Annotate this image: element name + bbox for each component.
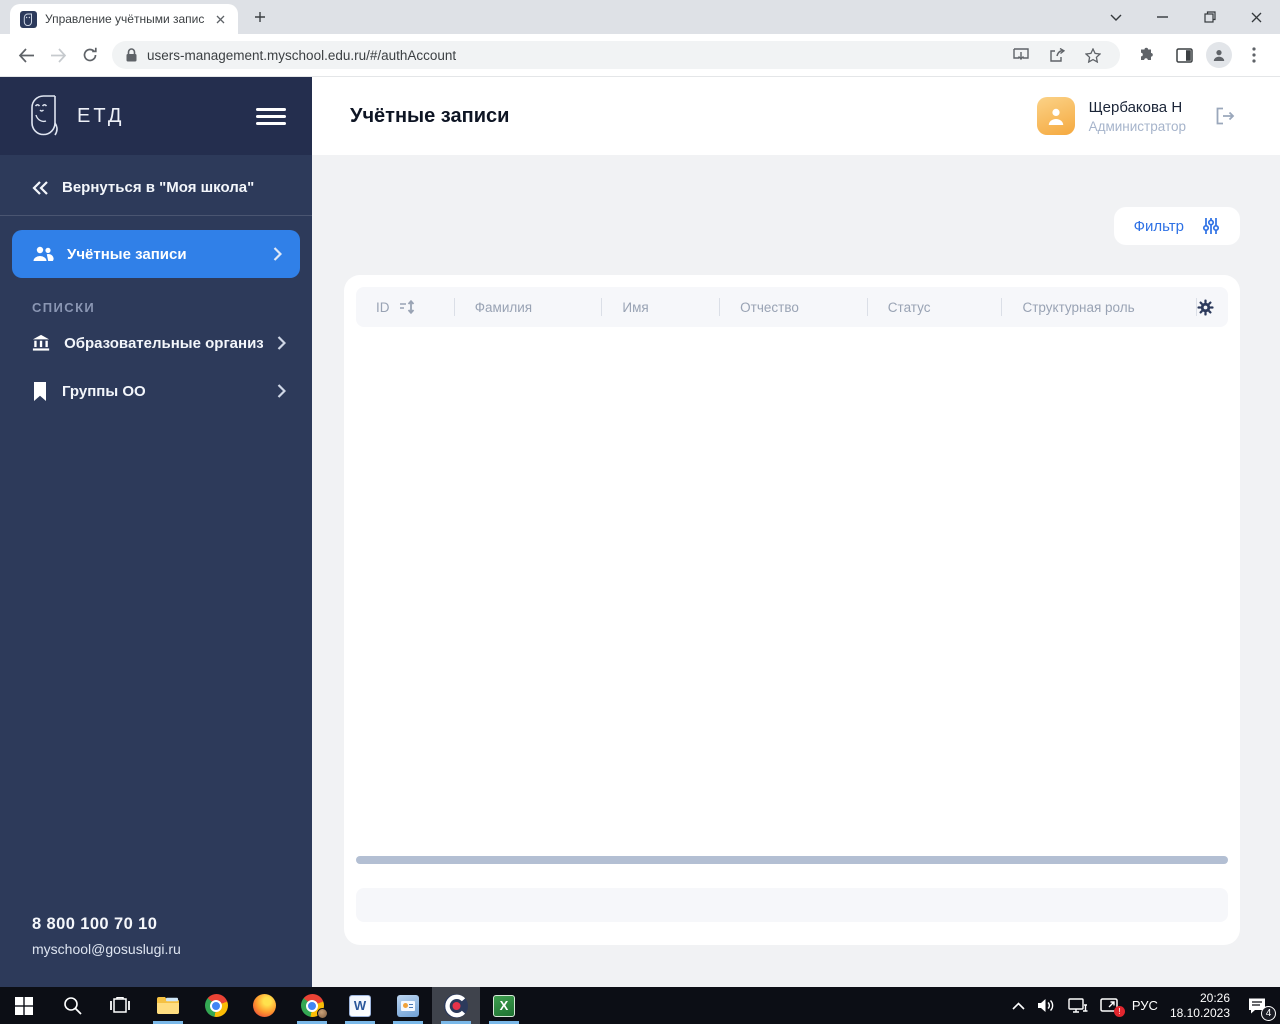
users-icon (33, 246, 54, 261)
url-bar[interactable]: users-management.myschool.edu.ru/#/authA… (112, 41, 1120, 69)
system-tray: ! РУС 20:26 18.10.2023 4 (1012, 987, 1280, 1024)
extensions-puzzle-icon[interactable] (1130, 39, 1162, 71)
support-phone: 8 800 100 70 10 (32, 915, 158, 933)
user-profile[interactable]: Щербакова Н Администратор (1036, 97, 1186, 135)
presentation-app-icon[interactable] (384, 987, 432, 1024)
tab-search-icon[interactable] (1092, 0, 1139, 34)
column-header-lastname[interactable]: Фамилия (453, 298, 602, 316)
install-app-icon[interactable] (1008, 42, 1034, 68)
volume-icon[interactable] (1037, 998, 1056, 1013)
user-avatar (1036, 97, 1075, 135)
table-body-empty (356, 327, 1228, 856)
sidebar-item-oo-groups[interactable]: Группы ОО (0, 367, 312, 415)
forward-icon[interactable] (42, 39, 74, 71)
profile-photo-badge (317, 1008, 328, 1019)
excel-icon[interactable]: X (480, 987, 528, 1024)
browser-menu-kebab-icon[interactable] (1238, 39, 1270, 71)
notification-count-badge: 4 (1261, 1005, 1276, 1021)
side-panel-icon[interactable] (1168, 39, 1200, 71)
table-footer-bar (356, 888, 1228, 922)
chevron-right-icon (277, 384, 286, 398)
back-to-myschool-link[interactable]: Вернуться в "Моя школа" (0, 155, 312, 215)
window-close-button[interactable] (1233, 0, 1280, 34)
refresh-icon[interactable] (74, 39, 106, 71)
gear-icon[interactable] (1197, 298, 1214, 316)
logout-icon[interactable] (1210, 101, 1240, 131)
chevron-right-icon (277, 336, 286, 350)
site-favicon-icon (20, 10, 37, 28)
support-email: myschool@gosuslugi.ru (32, 941, 181, 957)
filter-sliders-icon (1202, 218, 1220, 234)
filter-label: Фильтр (1133, 217, 1184, 235)
filter-button[interactable]: Фильтр (1113, 207, 1240, 245)
bank-icon (32, 334, 50, 351)
chrome-profile-icon[interactable] (288, 987, 336, 1024)
browser-profile-avatar[interactable] (1206, 42, 1232, 68)
sort-icon[interactable] (399, 300, 416, 314)
language-indicator[interactable]: РУС (1132, 998, 1158, 1013)
task-view-icon[interactable] (96, 987, 144, 1024)
sidebar-item-label: Образовательные организа... (64, 334, 263, 352)
tray-date: 18.10.2023 (1169, 1005, 1230, 1020)
taskbar-search-icon[interactable] (48, 987, 96, 1024)
owl-logo-icon (31, 95, 58, 136)
table-settings-cell (1196, 298, 1228, 316)
tray-expand-chevron-icon[interactable] (1012, 1001, 1025, 1010)
chevron-right-icon (273, 247, 282, 261)
lock-icon (126, 48, 137, 62)
double-chevron-left-icon (32, 180, 48, 195)
clock[interactable]: 20:26 18.10.2023 (1170, 991, 1230, 1021)
word-icon[interactable]: W (336, 987, 384, 1024)
logo-block: ЕТД (0, 77, 312, 155)
page-title: Учётные записи (350, 104, 510, 127)
notification-center-icon[interactable]: 4 (1242, 993, 1276, 1021)
chrome-icon[interactable] (192, 987, 240, 1024)
alert-badge: ! (1113, 1005, 1125, 1017)
browser-toolbar: users-management.myschool.edu.ru/#/authA… (0, 34, 1280, 77)
page-header: Учётные записи Щербакова Н Администратор (312, 77, 1280, 155)
sidebar-divider (0, 215, 312, 216)
sidebar-item-accounts[interactable]: Учётные записи (12, 230, 300, 278)
column-header-middlename[interactable]: Отчество (719, 298, 867, 316)
hamburger-menu-icon[interactable] (256, 101, 286, 131)
network-icon[interactable] (1068, 998, 1088, 1013)
logo-text: ЕТД (77, 104, 125, 127)
column-header-structural-role[interactable]: Структурная роль (1001, 298, 1196, 316)
user-role: Администратор (1088, 118, 1186, 134)
accounts-table-card: ID Фамилия Имя Отчество Статус Структурн… (344, 275, 1240, 945)
back-label: Вернуться в "Моя школа" (62, 179, 255, 196)
browser-tab[interactable]: Управление учётными записям (10, 4, 238, 34)
new-tab-button[interactable] (246, 3, 274, 31)
sidebar-item-edu-organizations[interactable]: Образовательные организа... (0, 319, 312, 367)
sidebar: ЕТД Вернуться в "Моя школа" Учётные запи… (0, 77, 312, 987)
url-text[interactable]: users-management.myschool.edu.ru/#/authA… (147, 48, 998, 63)
column-header-id[interactable]: ID (356, 298, 454, 316)
column-header-firstname[interactable]: Имя (601, 298, 719, 316)
sidebar-item-label: Группы ОО (62, 382, 146, 400)
windows-taskbar: W X ! РУС 20:26 18.10.2023 4 (0, 987, 1280, 1024)
bookmark-icon (34, 381, 46, 401)
tab-title: Управление учётными записям (45, 12, 204, 26)
browser-tab-strip: Управление учётными записям (0, 0, 1280, 34)
window-restore-button[interactable] (1186, 0, 1233, 34)
sidebar-item-label: Учётные записи (67, 245, 187, 263)
sidebar-section-title: СПИСКИ (32, 300, 96, 315)
active-c-app-icon[interactable] (432, 987, 480, 1024)
start-button[interactable] (0, 987, 48, 1024)
column-header-status[interactable]: Статус (866, 298, 1002, 316)
horizontal-scrollbar[interactable] (356, 856, 1228, 864)
share-icon[interactable] (1044, 42, 1070, 68)
table-header-row: ID Фамилия Имя Отчество Статус Структурн… (356, 287, 1228, 327)
tab-close-icon[interactable] (212, 11, 228, 27)
back-icon[interactable] (10, 39, 42, 71)
tray-time: 20:26 (1199, 990, 1230, 1005)
user-name: Щербакова Н (1088, 98, 1183, 116)
sidebar-footer: 8 800 100 70 10 myschool@gosuslugi.ru (0, 915, 312, 987)
window-minimize-button[interactable] (1139, 0, 1186, 34)
bookmark-star-icon[interactable] (1080, 42, 1106, 68)
file-explorer-icon[interactable] (144, 987, 192, 1024)
firefox-icon[interactable] (240, 987, 288, 1024)
